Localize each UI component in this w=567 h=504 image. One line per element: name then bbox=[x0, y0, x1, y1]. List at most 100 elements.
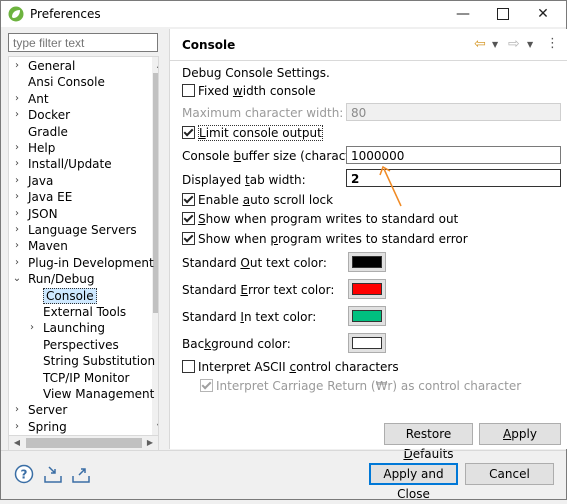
help-icon[interactable]: ? bbox=[14, 464, 34, 484]
tree-item[interactable]: › Launching bbox=[27, 320, 105, 336]
expand-chevron-icon[interactable]: › bbox=[12, 91, 22, 107]
filter-input[interactable] bbox=[8, 33, 158, 52]
show-stderr-checkbox[interactable]: Show when program writes to standard err… bbox=[182, 232, 468, 246]
view-menu-icon[interactable]: ⋮ bbox=[546, 36, 559, 51]
background-color-button[interactable] bbox=[348, 333, 386, 353]
forward-arrow-icon[interactable]: ⇨ bbox=[508, 36, 520, 52]
expand-chevron-icon[interactable]: › bbox=[12, 107, 22, 123]
checkbox-box[interactable] bbox=[182, 360, 195, 373]
expand-chevron-icon[interactable]: › bbox=[12, 419, 22, 435]
max-char-width-input[interactable]: 80 bbox=[346, 103, 561, 121]
back-arrow-icon[interactable]: ⇦ bbox=[474, 36, 486, 52]
tree-item-label: Perspectives bbox=[43, 337, 119, 352]
back-menu-icon[interactable]: ▼ bbox=[492, 40, 498, 49]
tree-item[interactable]: Gradle bbox=[12, 124, 68, 140]
expand-chevron-icon[interactable]: › bbox=[12, 58, 22, 74]
tree-item-label: JSON bbox=[28, 206, 58, 221]
export-icon[interactable] bbox=[71, 464, 91, 484]
scroll-down-icon[interactable]: ▼ bbox=[152, 419, 158, 435]
checkbox-box[interactable] bbox=[182, 212, 195, 225]
checkbox-box[interactable] bbox=[182, 232, 195, 245]
expand-chevron-icon[interactable]: › bbox=[12, 255, 22, 271]
stdout-color-button[interactable] bbox=[348, 252, 386, 272]
expand-chevron-icon[interactable]: › bbox=[12, 402, 22, 418]
tree-item-label: Help bbox=[28, 141, 56, 155]
cancel-button[interactable]: Cancel bbox=[465, 463, 554, 485]
tab-width-label: Displayed tab width: bbox=[182, 173, 306, 187]
scroll-left-icon[interactable]: ◀ bbox=[9, 436, 25, 450]
tree-item[interactable]: › Spring bbox=[12, 419, 67, 435]
tree-item-label: General bbox=[28, 59, 76, 73]
tree-item-label: Run/Debug bbox=[28, 272, 95, 287]
stderr-color-button[interactable] bbox=[348, 279, 386, 299]
fixed-width-checkbox[interactable]: Fixed width console bbox=[182, 84, 316, 98]
expand-chevron-icon[interactable]: › bbox=[12, 222, 22, 238]
footer-divider bbox=[1, 450, 566, 451]
tree-item-label: Java bbox=[28, 173, 54, 188]
tree-item-label: Console bbox=[43, 287, 97, 304]
apply-and-close-button[interactable]: Apply and Close bbox=[369, 463, 458, 501]
tree-item[interactable]: › Java EE bbox=[12, 189, 72, 205]
color-swatch bbox=[352, 337, 382, 349]
tree-item[interactable]: › Help bbox=[12, 140, 55, 156]
checkbox-box[interactable] bbox=[200, 379, 213, 392]
import-icon[interactable] bbox=[43, 464, 63, 484]
checkbox-box[interactable] bbox=[182, 84, 195, 97]
tree-item[interactable]: Console bbox=[27, 287, 97, 304]
expand-chevron-icon[interactable]: › bbox=[12, 140, 22, 156]
tree-item[interactable]: String Substitution bbox=[27, 353, 155, 369]
section-label: Debug Console Settings. bbox=[182, 66, 330, 80]
expand-chevron-icon[interactable]: › bbox=[12, 206, 22, 222]
tree-item[interactable]: TCP/IP Monitor bbox=[27, 370, 130, 386]
tree-vertical-scrollbar[interactable]: ▲ ▼ bbox=[152, 57, 158, 435]
carriage-return-checkbox[interactable]: Interpret Carriage Return (₩r) as contro… bbox=[200, 379, 521, 393]
color-swatch bbox=[352, 283, 382, 295]
maximize-button[interactable] bbox=[483, 1, 523, 27]
stdin-color-button[interactable] bbox=[348, 306, 386, 326]
restore-defaults-button[interactable]: Restore Defaults bbox=[384, 423, 473, 461]
tree-item-label: Java EE bbox=[28, 190, 73, 205]
tree-item[interactable]: ⌄ Run/Debug bbox=[12, 271, 95, 287]
tree-item[interactable]: › Maven bbox=[12, 238, 68, 254]
ascii-control-checkbox[interactable]: Interpret ASCII control characters bbox=[182, 360, 399, 374]
tree-item[interactable]: › Ant bbox=[12, 91, 49, 107]
tree-item[interactable]: › Docker bbox=[12, 107, 70, 123]
tree-item[interactable]: › General bbox=[12, 58, 75, 74]
tree-item[interactable]: External Tools bbox=[27, 304, 126, 320]
tree-item-label: External Tools bbox=[43, 305, 127, 319]
show-stdout-checkbox[interactable]: Show when program writes to standard out bbox=[182, 212, 458, 226]
checkbox-box[interactable] bbox=[182, 193, 195, 206]
tree-item[interactable]: › JSON bbox=[12, 206, 58, 222]
auto-scroll-checkbox[interactable]: Enable auto scroll lock bbox=[182, 193, 333, 207]
scroll-thumb-h[interactable] bbox=[26, 438, 142, 448]
forward-menu-icon[interactable]: ▼ bbox=[527, 40, 533, 49]
apply-button[interactable]: Apply bbox=[479, 423, 561, 445]
background-color-label: Background color: bbox=[182, 337, 291, 351]
expand-chevron-icon[interactable]: › bbox=[12, 189, 22, 205]
scroll-thumb[interactable] bbox=[153, 73, 158, 313]
tree-item-label: TCP/IP Monitor bbox=[43, 370, 130, 385]
preferences-tree: ▲ ▼ › General Ansi Console › Ant › DockerGradl… bbox=[8, 56, 159, 436]
minimize-button[interactable]: — bbox=[443, 1, 483, 27]
stderr-color-label: Standard Error text color: bbox=[182, 283, 335, 297]
expand-chevron-icon[interactable]: › bbox=[27, 320, 37, 336]
tree-item[interactable]: › Language Servers bbox=[12, 222, 137, 238]
close-button[interactable]: ✕ bbox=[523, 1, 563, 27]
tree-item[interactable]: › Plug-in Development bbox=[12, 255, 154, 271]
expand-chevron-icon[interactable]: › bbox=[12, 238, 22, 254]
tree-item[interactable]: › Install/Update bbox=[12, 156, 112, 172]
expand-chevron-icon[interactable]: › bbox=[12, 156, 22, 172]
tree-item-label: Gradle bbox=[28, 124, 68, 139]
tree-item[interactable]: Ansi Console bbox=[12, 74, 105, 90]
limit-output-checkbox[interactable]: Limit console output bbox=[182, 125, 323, 141]
expand-chevron-icon[interactable]: › bbox=[12, 173, 22, 189]
tree-item[interactable]: Perspectives bbox=[27, 337, 119, 353]
tree-horizontal-scrollbar[interactable]: ◀ ▶ bbox=[8, 435, 159, 451]
tree-item[interactable]: › Server bbox=[12, 402, 67, 418]
scroll-right-icon[interactable]: ▶ bbox=[142, 436, 158, 450]
checkbox-box[interactable] bbox=[182, 126, 195, 139]
scroll-up-icon[interactable]: ▲ bbox=[152, 57, 158, 73]
tree-item[interactable]: View Management bbox=[27, 386, 154, 402]
collapse-chevron-icon[interactable]: ⌄ bbox=[12, 271, 22, 287]
tree-item[interactable]: › Java bbox=[12, 173, 53, 189]
